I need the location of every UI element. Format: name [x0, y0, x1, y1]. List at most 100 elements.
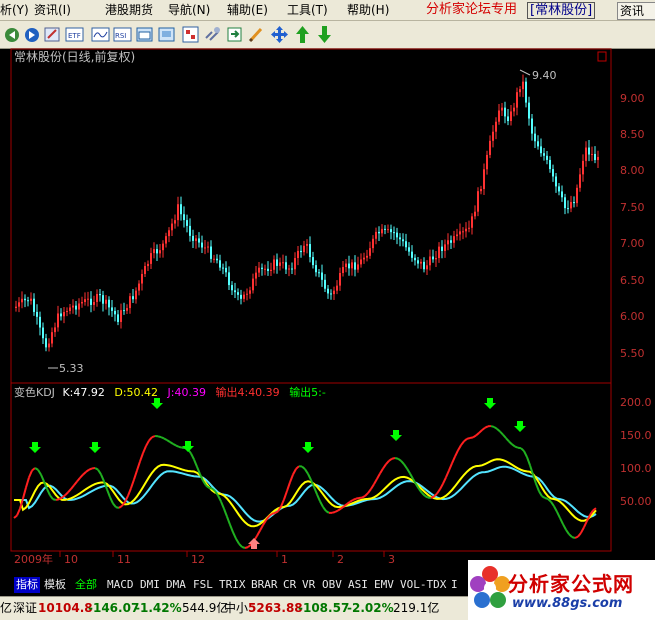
- candle-body: [447, 240, 449, 245]
- candle-body: [450, 240, 452, 243]
- kdj-k-segment: [442, 476, 447, 485]
- candle-body: [435, 257, 437, 260]
- kdj-k-segment: [535, 483, 540, 492]
- candle-body: [375, 231, 377, 239]
- kdj-k-segment: [541, 495, 546, 499]
- candle-body: [522, 81, 524, 90]
- kdj-k-segment: [430, 495, 435, 499]
- tab-more[interactable]: I: [449, 577, 460, 593]
- candle-body: [81, 302, 83, 304]
- move-icon[interactable]: [269, 24, 290, 45]
- candle-body: [333, 290, 335, 295]
- menu-hk-futures[interactable]: 港股期货: [105, 2, 153, 18]
- kdj-k-segment: [331, 511, 336, 514]
- tab-dmi[interactable]: DMI: [138, 577, 162, 593]
- menu-assist[interactable]: 辅助(E): [227, 2, 268, 18]
- kdj-k-segment: [190, 452, 195, 460]
- brush-icon[interactable]: [246, 24, 267, 45]
- tab-macd[interactable]: MACD: [105, 577, 136, 593]
- up-arrow-icon[interactable]: [292, 24, 313, 45]
- kdj-k-segment: [76, 477, 81, 483]
- tab-dma[interactable]: DMA: [164, 577, 188, 593]
- tab-all[interactable]: 全部: [73, 577, 99, 593]
- link-icon[interactable]: [202, 24, 223, 45]
- tab-trix[interactable]: TRIX: [217, 577, 248, 593]
- tab-indicator[interactable]: 指标: [14, 577, 40, 593]
- kdj-k-segment: [451, 456, 456, 464]
- candle-body: [357, 264, 359, 270]
- candle-body: [153, 249, 155, 254]
- date-tick: 11: [117, 553, 131, 566]
- back-icon[interactable]: [2, 24, 23, 45]
- kdj-k-segment: [412, 478, 417, 485]
- candle-body: [552, 169, 554, 177]
- candle-body: [486, 154, 488, 170]
- candle-body: [339, 273, 341, 286]
- kdj-k-segment: [22, 487, 27, 499]
- menu-info[interactable]: 资讯(I): [34, 2, 71, 18]
- wave-icon[interactable]: [90, 24, 111, 45]
- menu-help[interactable]: 帮助(H): [347, 2, 389, 18]
- forward-icon[interactable]: [22, 24, 43, 45]
- kdj-k-segment: [583, 520, 588, 528]
- toolbar: ETF RSI: [0, 21, 655, 49]
- candle-body: [588, 147, 590, 155]
- tab-fsl[interactable]: FSL: [191, 577, 215, 593]
- candle-body: [471, 216, 473, 228]
- down-arrow-icon[interactable]: [314, 24, 335, 45]
- menu-navigate[interactable]: 导航(N): [168, 2, 210, 18]
- sell-signal-arrow: [302, 442, 314, 453]
- export-icon[interactable]: [224, 24, 245, 45]
- kdj-k-segment: [385, 460, 390, 465]
- date-tick: 2009年: [14, 552, 53, 566]
- indicator-icon[interactable]: [180, 24, 201, 45]
- kdj-k-segment: [16, 508, 21, 516]
- tab-asi[interactable]: ASI: [346, 577, 370, 593]
- sell-signal-arrow: [484, 398, 496, 409]
- kdj-k-segment: [208, 486, 213, 490]
- candle-body: [597, 156, 599, 161]
- pen-icon[interactable]: [42, 24, 63, 45]
- stock-chart[interactable]: 9.00 8.50 8.00 7.50 7.00 6.50 6.00 5.50 …: [0, 48, 655, 576]
- etf-icon[interactable]: ETF: [64, 24, 85, 45]
- tab-cr[interactable]: CR: [281, 577, 298, 593]
- tab-template[interactable]: 模板: [42, 577, 68, 593]
- tab-vol-tdx[interactable]: VOL-TDX: [398, 577, 448, 593]
- date-tick: 10: [64, 553, 78, 566]
- window2-icon[interactable]: [156, 24, 177, 45]
- current-stock[interactable]: [常林股份]: [527, 2, 596, 19]
- kdj-k-segment: [352, 497, 357, 501]
- candle-body: [156, 249, 158, 254]
- kdj-k-segment: [424, 495, 429, 499]
- kdj-k-segment: [49, 494, 54, 500]
- tab-brar[interactable]: BRAR: [249, 577, 280, 593]
- maximize-icon[interactable]: [597, 51, 607, 62]
- candle-body: [87, 298, 89, 300]
- candle-body: [468, 227, 470, 229]
- candle-body: [558, 186, 560, 192]
- candle-body: [372, 238, 374, 249]
- candle-body: [78, 303, 80, 310]
- candle-body: [444, 244, 446, 251]
- menu-analysis[interactable]: 析(Y): [0, 2, 29, 18]
- kdj-k-segment: [502, 434, 507, 439]
- candle-body: [432, 256, 434, 260]
- chart-canvas[interactable]: 9.00 8.50 8.00 7.50 7.00 6.50 6.00 5.50 …: [0, 48, 655, 576]
- window-icon[interactable]: [134, 24, 155, 45]
- news-button[interactable]: 资讯: [617, 2, 655, 20]
- candle-body: [321, 272, 323, 280]
- kdj-k-segment: [157, 435, 162, 439]
- kdj-k-segment: [220, 501, 225, 510]
- tab-vr[interactable]: VR: [300, 577, 317, 593]
- kdj-k-segment: [307, 473, 312, 481]
- kdj-k-segment: [322, 506, 327, 512]
- chart-title: 常林股份(日线,前复权): [14, 49, 135, 64]
- sell-signal-arrow: [514, 421, 526, 432]
- candle-body: [534, 133, 536, 142]
- sz-percent: -1.42%: [135, 601, 182, 615]
- kdj-k-segment: [106, 489, 111, 498]
- tab-emv[interactable]: EMV: [372, 577, 396, 593]
- rsi-icon[interactable]: RSI: [112, 24, 133, 45]
- menu-tools[interactable]: 工具(T): [287, 2, 328, 18]
- tab-obv[interactable]: OBV: [320, 577, 344, 593]
